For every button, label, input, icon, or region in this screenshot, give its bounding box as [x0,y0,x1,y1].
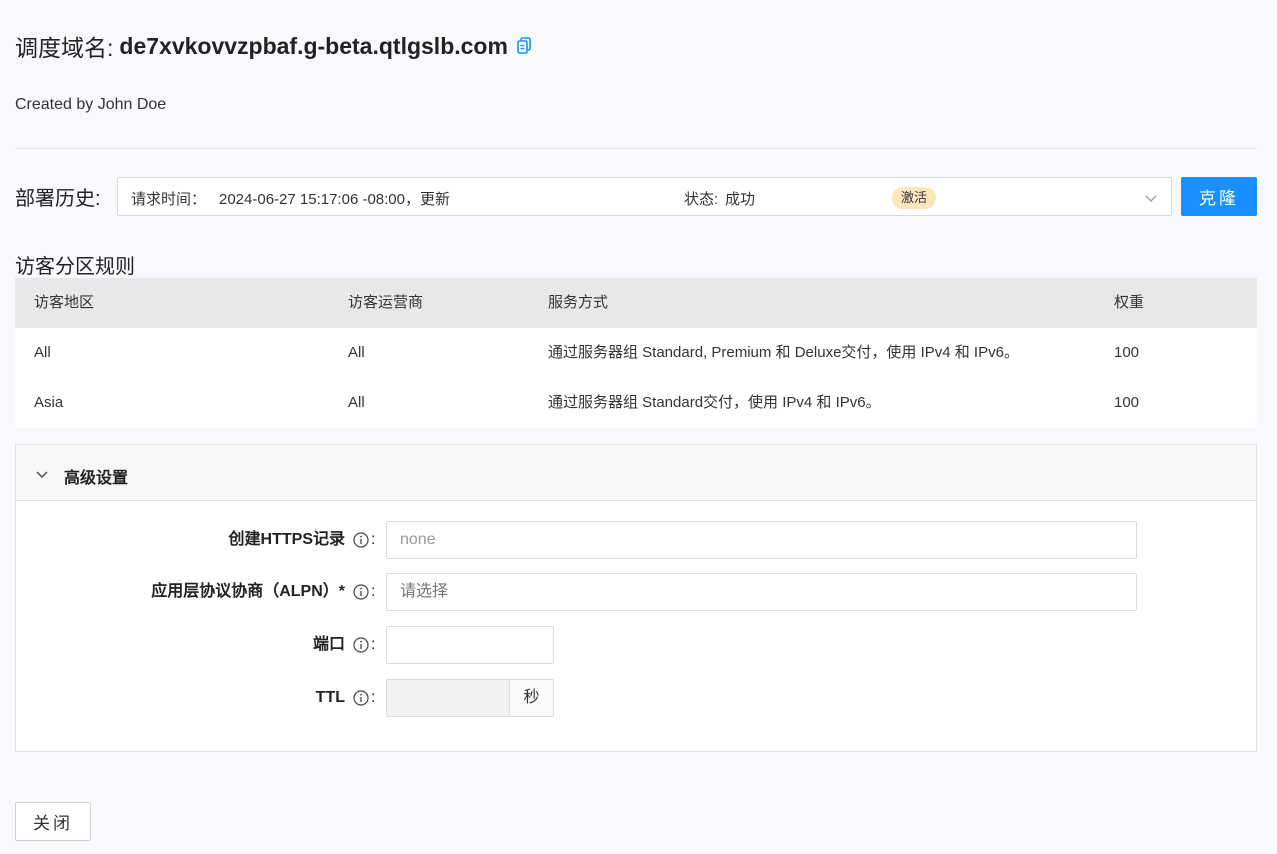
info-icon[interactable] [353,532,369,548]
alpn-select[interactable] [386,573,1137,611]
status-label: 状态: [684,191,719,208]
deploy-history-label: 部署历史: [15,188,101,210]
table-row: Asia All 通过服务器组 Standard交付，使用 IPv4 和 IPv… [15,378,1257,428]
visitor-rules-table: 访客地区 访客运营商 服务方式 权重 All All 通过服务器组 Standa… [15,278,1257,428]
clone-button[interactable]: 克隆 [1181,177,1257,216]
advanced-settings-header[interactable]: 高级设置 [16,445,1256,501]
ttl-input-group: 秒 [386,679,554,717]
cell-isp: All [348,394,365,411]
column-header-isp: 访客运营商 [348,294,424,311]
ttl-label: TTL [315,689,345,706]
created-by-text: Created by John Doe [15,96,167,113]
port-row: 端口 : [16,626,1258,664]
chevron-down-icon [1145,191,1157,203]
deploy-history-select[interactable]: 请求时间： 2024-06-27 15:17:06 -08:00，更新 状态: … [117,177,1172,216]
column-header-weight: 权重 [1114,294,1145,311]
alpn-label: 应用层协议协商（ALPN）* [151,583,345,600]
page-title-domain: de7xvkovvzpbaf.g-beta.qtlgslb.com [119,32,508,59]
info-icon[interactable] [353,690,369,706]
visitor-rules-title: 访客分区规则 [15,256,135,278]
active-badge: 激活 [892,187,937,209]
page-title-prefix: 调度域名: [15,35,114,61]
https-record-row: 创建HTTPS记录 : [16,521,1258,559]
table-header: 访客地区 访客运营商 服务方式 权重 [15,278,1257,328]
dispatch-domain-detail-page: 调度域名: de7xvkovvzpbaf.g-beta.qtlgslb.com … [0,0,1277,854]
page-title: 调度域名: de7xvkovvzpbaf.g-beta.qtlgslb.com [15,30,532,62]
colon: : [371,583,376,600]
close-button[interactable]: 关闭 [15,802,91,841]
cell-region: Asia [34,394,64,411]
copy-icon[interactable] [516,37,532,55]
cell-weight: 100 [1114,394,1140,411]
request-time-label: 请求时间： [131,191,207,208]
chevron-down-icon [36,467,48,479]
table-row: All All 通过服务器组 Standard, Premium 和 Delux… [15,328,1257,378]
column-header-service: 服务方式 [548,294,609,311]
advanced-settings-panel: 高级设置 创建HTTPS记录 : 应用层协议协商（ALPN）* : 端口 : [15,444,1257,752]
cell-service: 通过服务器组 Standard, Premium 和 Deluxe交付，使用 I… [548,344,1019,361]
cell-service: 通过服务器组 Standard交付，使用 IPv4 和 IPv6。 [548,394,881,411]
https-record-label: 创建HTTPS记录 [228,531,345,548]
https-record-field[interactable] [386,521,1137,559]
column-header-region: 访客地区 [34,294,95,311]
status-value: 成功 [725,191,756,208]
request-time-value: 2024-06-27 15:17:06 -08:00，更新 [219,191,450,208]
ttl-unit-label: 秒 [510,679,554,717]
ttl-row: TTL : 秒 [16,679,1258,717]
cell-region: All [34,344,51,361]
advanced-settings-title: 高级设置 [64,470,129,487]
info-icon[interactable] [353,584,369,600]
colon: : [371,636,376,653]
cell-isp: All [348,344,365,361]
ttl-field[interactable] [386,679,510,717]
port-label: 端口 [312,636,345,653]
port-field[interactable] [386,626,554,664]
alpn-row: 应用层协议协商（ALPN）* : [16,573,1258,611]
cell-weight: 100 [1114,344,1140,361]
colon: : [371,531,376,548]
colon: : [371,689,376,706]
info-icon[interactable] [353,637,369,653]
header-divider [15,148,1257,149]
